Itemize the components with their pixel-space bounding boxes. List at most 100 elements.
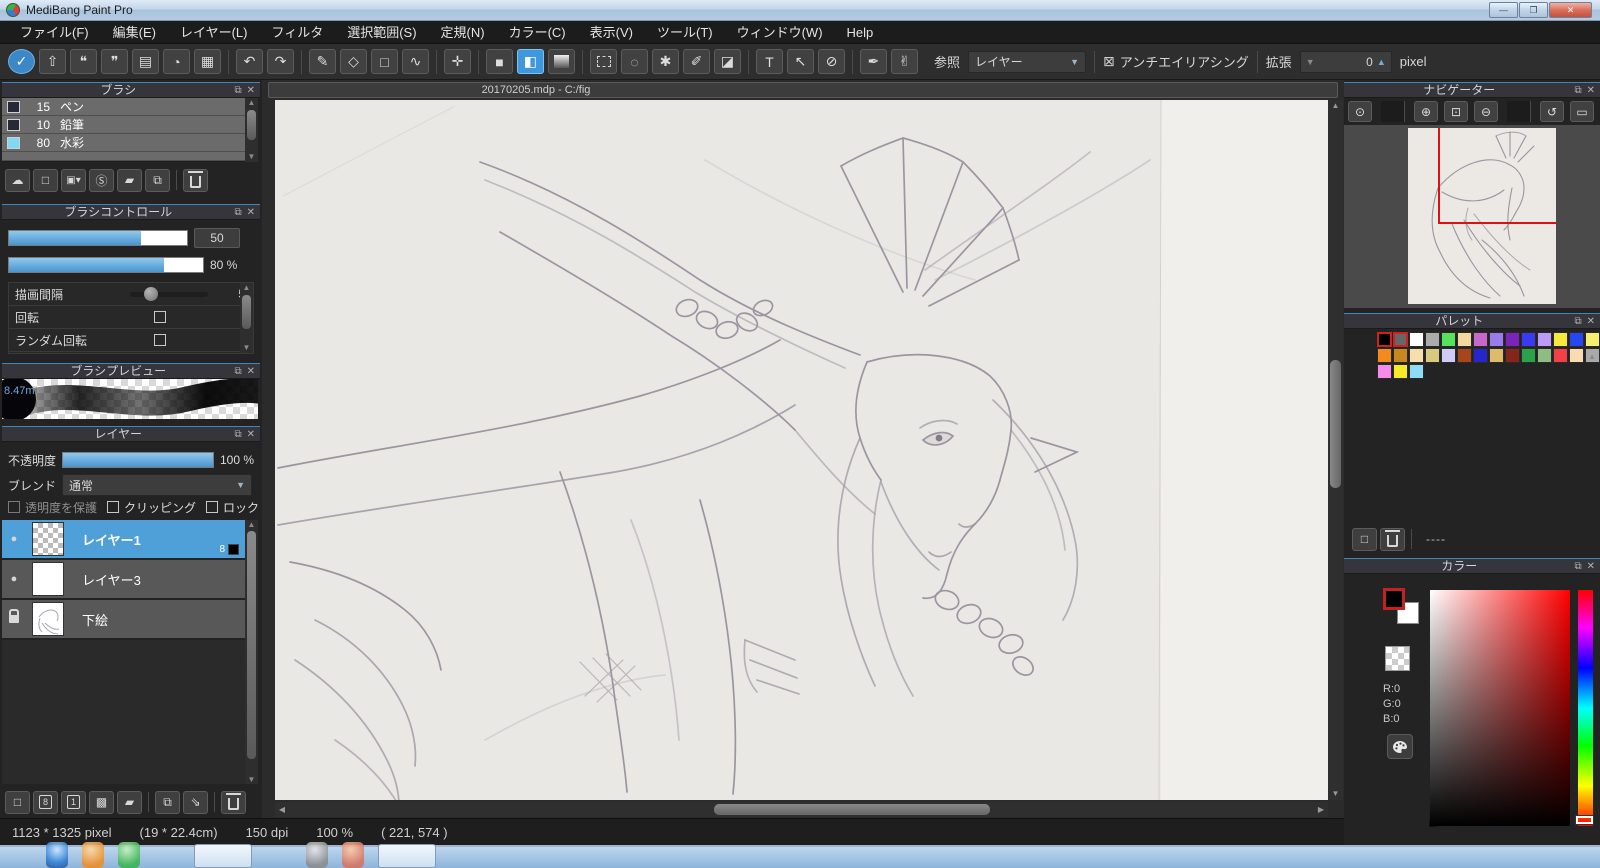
menu-item[interactable]: ツール(T): [645, 21, 725, 44]
popout-icon[interactable]: ⧉: [234, 83, 241, 98]
palette-swatch[interactable]: [1569, 348, 1584, 363]
start-orb-icon[interactable]: [46, 842, 68, 868]
下絵[interactable]: 下絵: [2, 600, 245, 640]
zoom-out-button[interactable]: ⊖: [1474, 101, 1498, 122]
restore-button[interactable]: ❐: [1519, 2, 1548, 18]
visibility-icon[interactable]: ●: [6, 573, 22, 585]
palette-swatch[interactable]: [1457, 348, 1472, 363]
palette-swatch[interactable]: [1521, 332, 1536, 347]
palette-swatch[interactable]: [1409, 364, 1424, 379]
chevron-right-icon[interactable]: ▶: [1314, 804, 1328, 816]
canvas-horizontal-scrollbar[interactable]: ◀ ▶: [275, 802, 1328, 817]
brush-row-partial[interactable]: [2, 152, 245, 161]
text-tool-button[interactable]: T: [756, 49, 783, 74]
popout-icon[interactable]: ⧉: [1574, 314, 1581, 329]
palette-swatch[interactable]: [1441, 332, 1456, 347]
palette-swatch[interactable]: [1505, 348, 1520, 363]
hue-slider[interactable]: [1578, 590, 1593, 826]
menu-item[interactable]: 定規(N): [429, 21, 497, 44]
delete-palette-color-button[interactable]: [1380, 528, 1405, 551]
close-icon[interactable]: ✕: [1587, 83, 1595, 98]
blend-mode-dropdown[interactable]: 通常 ▼: [62, 474, 252, 496]
rotate-ccw-button[interactable]: ↺: [1540, 101, 1564, 122]
palette-swatch[interactable]: [1505, 332, 1520, 347]
upload-button[interactable]: ⇧: [39, 49, 66, 74]
palette-swatch[interactable]: [1441, 348, 1456, 363]
lock-checkbox[interactable]: [206, 501, 218, 513]
scrollbar-thumb[interactable]: [714, 804, 990, 815]
menu-item[interactable]: 表示(V): [578, 21, 645, 44]
palette-swatch[interactable]: [1553, 348, 1568, 363]
foreground-color-swatch[interactable]: [1383, 588, 1405, 610]
navigator-thumbnail[interactable]: [1408, 128, 1556, 304]
menu-item[interactable]: ウィンドウ(W): [725, 21, 835, 44]
reference-dropdown[interactable]: レイヤー ▼: [968, 51, 1086, 73]
navigator-viewport-rect[interactable]: [1438, 128, 1556, 224]
レイヤー3[interactable]: ● レイヤー3: [2, 560, 245, 600]
レイヤー1[interactable]: ● レイヤー1 8: [2, 520, 245, 560]
scrollbar-thumb[interactable]: [247, 531, 256, 759]
hand-tool-button[interactable]: ✌: [891, 49, 918, 74]
comment-button[interactable]: ❞: [101, 49, 128, 74]
brush-params-scrollbar[interactable]: ▲ ▼: [240, 283, 253, 353]
expand-spinner[interactable]: ▼ 0 ▲: [1300, 51, 1392, 73]
palette-swatch[interactable]: [1425, 332, 1440, 347]
menu-item[interactable]: Help: [835, 21, 886, 44]
rotate-reset-button[interactable]: ▭: [1570, 101, 1594, 122]
chevron-down-icon[interactable]: ▼: [248, 152, 256, 162]
palette-swatch[interactable]: [1377, 364, 1392, 379]
eraser-tool-button[interactable]: ◇: [340, 49, 367, 74]
panel-layout-button[interactable]: ▦: [194, 49, 221, 74]
protect-alpha-checkbox[interactable]: [8, 501, 20, 513]
polyline-tool-button[interactable]: ∿: [402, 49, 429, 74]
palette-swatch[interactable]: [1377, 332, 1392, 347]
taskbar-icon[interactable]: [118, 842, 140, 868]
palette-swatch[interactable]: [1393, 364, 1408, 379]
magic-wand-tool-button[interactable]: ✱: [652, 49, 679, 74]
slider-knob[interactable]: [144, 287, 158, 301]
cloud-brush-button[interactable]: ☁: [5, 169, 30, 192]
merge-layer-button[interactable]: ⇘: [183, 791, 208, 814]
menu-item[interactable]: ファイル(F): [8, 21, 101, 44]
taskbar-window-button[interactable]: [378, 844, 436, 868]
saturation-value-picker[interactable]: [1430, 590, 1570, 826]
popout-icon[interactable]: ⧉: [234, 205, 241, 220]
taskbar-window-button[interactable]: [194, 844, 252, 868]
canvas-vertical-scrollbar[interactable]: ▲ ▼: [1328, 100, 1343, 800]
chevron-up-icon[interactable]: ▲: [1377, 57, 1386, 67]
new-halftone-layer-button[interactable]: ▩: [89, 791, 114, 814]
delete-brush-button[interactable]: [183, 169, 208, 192]
document-tab[interactable]: 20170205.mdp - C:/fig: [268, 82, 1338, 98]
duplicate-brush-button[interactable]: ⧉: [145, 169, 170, 192]
eraser-stick-tool-button[interactable]: ⊘: [818, 49, 845, 74]
palette-swatch[interactable]: [1425, 348, 1440, 363]
undo-button[interactable]: ↶: [236, 49, 263, 74]
close-icon[interactable]: ✕: [1587, 314, 1595, 329]
duplicate-layer-button[interactable]: ⧉: [155, 791, 180, 814]
鉛筆[interactable]: 10 鉛筆: [2, 116, 245, 134]
ペン[interactable]: 15 ペン: [2, 98, 245, 116]
zoom-fit-button[interactable]: ⊡: [1444, 101, 1468, 122]
bucket-tool-button[interactable]: ◧: [517, 49, 544, 74]
chevron-up-icon[interactable]: ▲: [248, 98, 256, 108]
palette-swatch[interactable]: [1569, 332, 1584, 347]
brush-size-slider[interactable]: [8, 230, 188, 246]
popout-icon[interactable]: ⧉: [1574, 83, 1581, 98]
close-icon[interactable]: ✕: [247, 364, 255, 379]
menu-item[interactable]: レイヤー(L): [168, 21, 260, 44]
taskbar-icon[interactable]: [82, 842, 104, 868]
shape-tool-button[interactable]: □: [371, 49, 398, 74]
operation-tool-button[interactable]: ↖: [787, 49, 814, 74]
brush-tool-button[interactable]: ✎: [309, 49, 336, 74]
new-brush-menu-button[interactable]: ▣▾: [61, 169, 86, 192]
brush-size-value[interactable]: 50: [194, 228, 240, 248]
antialias-checkbox[interactable]: ⊠ アンチエイリアシング: [1103, 52, 1249, 71]
cloud-sync-button[interactable]: ✓: [8, 49, 35, 74]
select-eraser-tool-button[interactable]: ◪: [714, 49, 741, 74]
drawing-canvas[interactable]: [275, 100, 1328, 800]
brush-opacity-slider[interactable]: [8, 257, 204, 273]
chevron-up-icon[interactable]: ▲: [1332, 100, 1340, 112]
close-icon[interactable]: ✕: [247, 83, 255, 98]
palette-swatch[interactable]: [1473, 348, 1488, 363]
gradient-tool-button[interactable]: [548, 49, 575, 74]
